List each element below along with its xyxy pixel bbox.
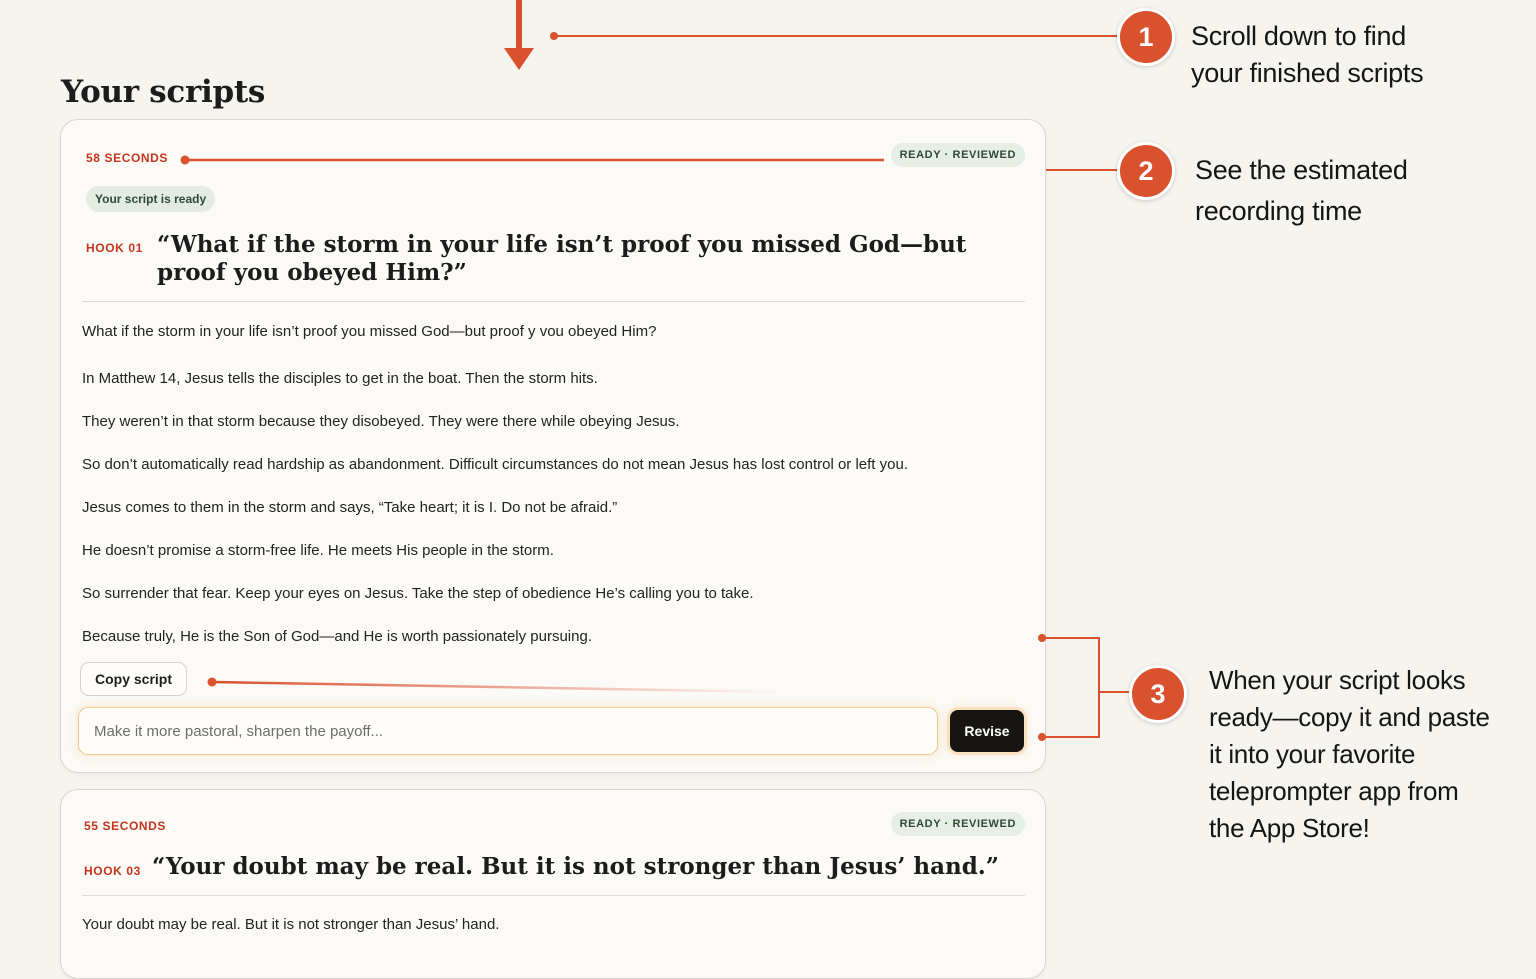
- divider: [82, 301, 1025, 302]
- script-card: 55 SECONDS READY · REVIEWED HOOK 03 “You…: [60, 789, 1046, 979]
- script-paragraph: So don’t automatically read hardship as …: [82, 456, 908, 473]
- status-badge: READY · REVIEWED: [890, 143, 1025, 167]
- callout-line: the App Store!: [1209, 813, 1370, 843]
- script-paragraph: What if the storm in your life isn’t pro…: [82, 323, 657, 340]
- hook-label: HOOK 01: [86, 241, 143, 255]
- callout-number: 2: [1117, 142, 1175, 200]
- script-paragraph: He doesn’t promise a storm-free life. He…: [82, 542, 554, 559]
- callout-line: recording time: [1195, 196, 1362, 226]
- script-paragraph: Your doubt may be real. But it is not st…: [82, 916, 500, 933]
- callout-line: When your script looks: [1209, 665, 1466, 695]
- callout-line: ready—copy it and paste: [1209, 702, 1490, 732]
- script-card: 58 SECONDS READY · REVIEWED Your script …: [60, 119, 1046, 773]
- revise-input[interactable]: [78, 707, 938, 755]
- arrow-down-icon: [504, 0, 534, 70]
- callout-line: your finished scripts: [1191, 58, 1424, 88]
- callout-line: it into your favorite: [1209, 739, 1416, 769]
- script-paragraph: In Matthew 14, Jesus tells the disciples…: [82, 370, 598, 387]
- script-paragraph: They weren’t in that storm because they …: [82, 413, 680, 430]
- script-ready-badge: Your script is ready: [86, 186, 216, 212]
- script-duration: 58 SECONDS: [86, 151, 169, 165]
- revise-button[interactable]: Revise: [950, 710, 1024, 752]
- status-badge: READY · REVIEWED: [890, 812, 1025, 836]
- callout-text: See the estimated recording time: [1195, 150, 1408, 232]
- script-paragraph: Because truly, He is the Son of God—and …: [82, 628, 592, 645]
- callout-text: When your script looks ready—copy it and…: [1209, 662, 1490, 847]
- section-title: Your scripts: [61, 74, 266, 110]
- callout-line: teleprompter app from: [1209, 776, 1459, 806]
- hook-title: “What if the storm in your life isn’t pr…: [157, 231, 967, 286]
- callout-text: Scroll down to find your finished script…: [1191, 18, 1424, 92]
- script-duration: 55 SECONDS: [84, 819, 167, 833]
- callout-number: 1: [1117, 8, 1175, 66]
- callout-line: Scroll down to find: [1191, 21, 1406, 51]
- script-paragraph: So surrender that fear. Keep your eyes o…: [82, 585, 754, 602]
- copy-script-button[interactable]: Copy script: [80, 662, 188, 696]
- callout-line: See the estimated: [1195, 155, 1408, 185]
- script-paragraph: Jesus comes to them in the storm and say…: [82, 499, 618, 516]
- hook-label: HOOK 03: [84, 864, 141, 878]
- hook-title: “Your doubt may be real. But it is not s…: [152, 853, 1000, 880]
- callout-number: 3: [1129, 665, 1187, 723]
- divider: [82, 895, 1025, 896]
